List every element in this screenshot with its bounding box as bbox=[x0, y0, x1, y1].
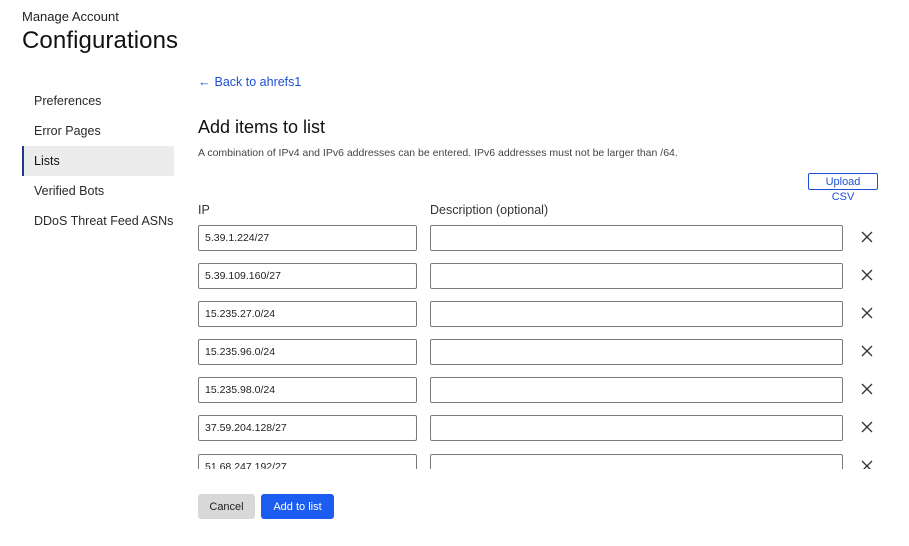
close-icon[interactable] bbox=[860, 306, 874, 320]
page-title: Configurations bbox=[22, 27, 179, 54]
ip-input[interactable] bbox=[198, 377, 417, 403]
list-item bbox=[198, 301, 888, 327]
close-icon[interactable] bbox=[860, 459, 874, 469]
sidebar-item-error-pages[interactable]: Error Pages bbox=[22, 116, 174, 146]
close-icon[interactable] bbox=[860, 382, 874, 396]
description-input[interactable] bbox=[430, 415, 843, 441]
ip-input[interactable] bbox=[198, 301, 417, 327]
close-icon[interactable] bbox=[860, 230, 874, 244]
ip-input[interactable] bbox=[198, 339, 417, 365]
list-item bbox=[198, 454, 888, 469]
help-text: A combination of IPv4 and IPv6 addresses… bbox=[198, 147, 678, 159]
description-input[interactable] bbox=[430, 263, 843, 289]
list-item bbox=[198, 225, 888, 251]
ip-input[interactable] bbox=[198, 454, 417, 469]
ip-input[interactable] bbox=[198, 415, 417, 441]
list-item bbox=[198, 415, 888, 441]
column-header-ip: IP bbox=[198, 203, 210, 217]
column-header-description: Description (optional) bbox=[430, 203, 549, 217]
description-input[interactable] bbox=[430, 225, 843, 251]
description-input[interactable] bbox=[430, 301, 843, 327]
close-icon[interactable] bbox=[860, 344, 874, 358]
sidebar-item-preferences[interactable]: Preferences bbox=[22, 86, 174, 116]
description-input[interactable] bbox=[430, 339, 843, 365]
close-icon[interactable] bbox=[860, 268, 874, 282]
section-title: Add items to list bbox=[198, 117, 326, 137]
description-input[interactable] bbox=[430, 377, 843, 403]
ip-input[interactable] bbox=[198, 263, 417, 289]
list-item bbox=[198, 339, 888, 365]
cancel-button[interactable]: Cancel bbox=[198, 494, 255, 519]
breadcrumb-manage-account: Manage Account bbox=[22, 9, 119, 24]
list-item bbox=[198, 377, 888, 403]
close-icon[interactable] bbox=[860, 420, 874, 434]
back-link[interactable]: ← Back to ahrefs1 bbox=[198, 75, 301, 89]
ip-input[interactable] bbox=[198, 225, 417, 251]
sidebar-item-verified-bots[interactable]: Verified Bots bbox=[22, 176, 174, 206]
arrow-left-icon: ← bbox=[198, 75, 211, 89]
list-item bbox=[198, 263, 888, 289]
description-input[interactable] bbox=[430, 454, 843, 469]
sidebar-item-lists[interactable]: Lists bbox=[22, 146, 174, 176]
add-to-list-button[interactable]: Add to list bbox=[261, 494, 334, 519]
upload-csv-button[interactable]: Upload CSV bbox=[808, 173, 878, 203]
sidebar-nav: Preferences Error Pages Lists Verified B… bbox=[22, 86, 174, 236]
items-list[interactable] bbox=[198, 222, 888, 469]
sidebar-item-ddos-threat-feed-asns[interactable]: DDoS Threat Feed ASNs bbox=[22, 206, 174, 236]
back-link-label: Back to ahrefs1 bbox=[214, 75, 302, 89]
